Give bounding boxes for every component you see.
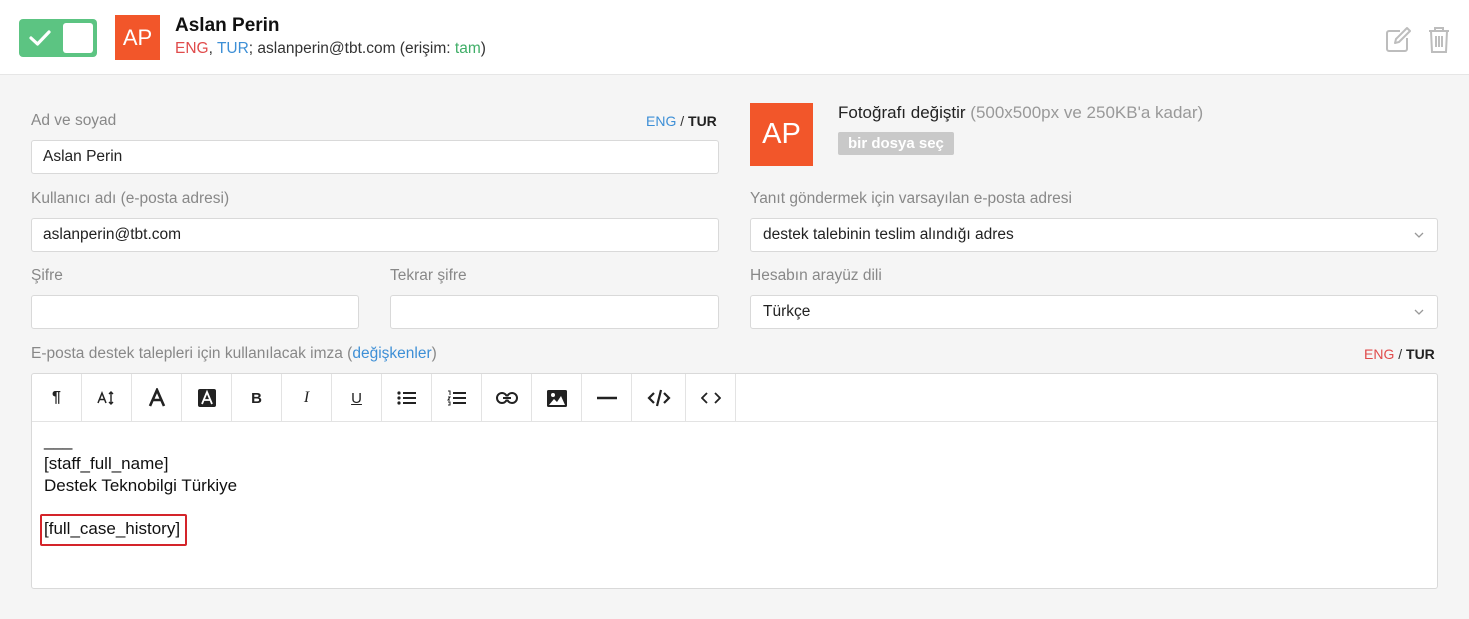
link-icon (495, 392, 518, 404)
signature-label-close: ) (431, 345, 437, 362)
numbered-list-button[interactable] (432, 374, 482, 422)
signature-lang-sep: / (1398, 346, 1403, 362)
highlighted-variable: [full_case_history] (40, 514, 188, 546)
reply-email-select[interactable]: destek talebinin teslim alındığı adres (750, 218, 1438, 252)
username-input[interactable]: aslanperin@tbt.com (31, 218, 719, 252)
reply-email-label: Yanıt göndermek için varsayılan e-posta … (750, 190, 1072, 207)
trash-icon[interactable] (1428, 26, 1450, 54)
signature-line: [staff_full_name] (44, 453, 169, 473)
lang-tur: TUR (216, 40, 249, 57)
font-size-icon (96, 390, 113, 405)
image-button[interactable] (532, 374, 582, 422)
chevron-down-icon (1414, 309, 1424, 315)
editor-toolbar: ¶ B I U (32, 374, 1437, 422)
bold-button[interactable]: B (232, 374, 282, 422)
chevron-down-icon (1414, 232, 1424, 238)
password-repeat-label: Tekrar şifre (390, 267, 467, 284)
user-meta: ENG, TUR; aslanperin@tbt.com (erişim: ta… (175, 40, 486, 58)
html-icon (700, 392, 721, 404)
choose-file-button[interactable]: bir dosya seç (838, 132, 954, 155)
link-button[interactable] (482, 374, 532, 422)
name-lang-tur[interactable]: TUR (688, 113, 717, 129)
signature-editor: ¶ B I U ___ [staff_full_name] Destek Tek… (31, 373, 1438, 589)
name-lang-sep: / (680, 113, 685, 129)
signature-lang-eng[interactable]: ENG (1364, 346, 1394, 362)
photo-title: Fotoğrafı değiştir (500x500px ve 250KB'a… (838, 103, 1203, 123)
username-label: Kullanıcı adı (e-posta adresi) (31, 190, 230, 207)
italic-icon: I (303, 389, 310, 406)
underline-button[interactable]: U (332, 374, 382, 422)
user-name: Aslan Perin (175, 15, 280, 36)
check-icon (29, 30, 51, 46)
email-text: ; aslanperin@tbt.com (erişim: (248, 40, 455, 57)
avatar: AP (115, 15, 160, 60)
password-label: Şifre (31, 267, 63, 284)
name-label: Ad ve soyad (31, 112, 117, 129)
password-input[interactable] (31, 295, 359, 329)
horizontal-rule-button[interactable] (582, 374, 632, 422)
access-level: tam (454, 40, 481, 57)
font-color-button[interactable] (132, 374, 182, 422)
italic-button[interactable]: I (282, 374, 332, 422)
name-lang-switch: ENG / TUR (646, 113, 717, 129)
bold-icon: B (251, 389, 262, 407)
paragraph-icon: ¶ (52, 389, 61, 406)
lang-eng: ENG (175, 40, 209, 57)
paragraph-button[interactable]: ¶ (32, 374, 82, 422)
header-bar: AP Aslan Perin ENG, TUR; aslanperin@tbt.… (0, 0, 1469, 75)
signature-lang-tur[interactable]: TUR (1406, 346, 1435, 362)
signature-line: Destek Teknobilgi Türkiye (44, 476, 238, 495)
signature-label-text: E-posta destek talepleri için kullanılac… (31, 345, 353, 362)
bullet-list-button[interactable] (382, 374, 432, 422)
underline-icon: U (351, 389, 362, 407)
ui-lang-value: Türkçe (763, 303, 811, 320)
signature-lang-switch: ENG / TUR (1364, 346, 1435, 362)
font-size-button[interactable] (82, 374, 132, 422)
profile-photo: AP (750, 103, 813, 166)
ui-lang-select[interactable]: Türkçe (750, 295, 1438, 329)
background-color-icon (197, 389, 216, 407)
photo-title-text: Fotoğrafı değiştir (838, 103, 966, 122)
editor-content[interactable]: ___ [staff_full_name] Destek Teknobilgi … (44, 430, 237, 498)
photo-hint: (500x500px ve 250KB'a kadar) (965, 103, 1204, 122)
ui-lang-label: Hesabın arayüz dili (750, 267, 882, 284)
numbered-list-icon (446, 390, 466, 406)
active-toggle[interactable] (19, 19, 97, 57)
password-repeat-input[interactable] (390, 295, 719, 329)
edit-icon[interactable] (1384, 26, 1412, 54)
toggle-knob (63, 23, 93, 53)
reply-email-value: destek talebinin teslim alındığı adres (763, 226, 1014, 243)
bullet-list-icon (396, 391, 416, 405)
code-view-icon (646, 389, 671, 407)
name-lang-eng[interactable]: ENG (646, 113, 676, 129)
lang-comma: , (208, 40, 213, 57)
signature-label: E-posta destek talepleri için kullanılac… (31, 345, 437, 363)
code-view-button[interactable] (632, 374, 686, 422)
html-button[interactable] (686, 374, 736, 422)
image-icon (546, 389, 567, 407)
horizontal-rule-icon (596, 396, 617, 400)
meta-close: ) (480, 40, 486, 57)
variables-link[interactable]: değişkenler (352, 345, 431, 362)
name-input[interactable]: Aslan Perin (31, 140, 719, 174)
signature-line: ___ (44, 431, 73, 450)
background-color-button[interactable] (182, 374, 232, 422)
font-color-icon (148, 388, 165, 407)
